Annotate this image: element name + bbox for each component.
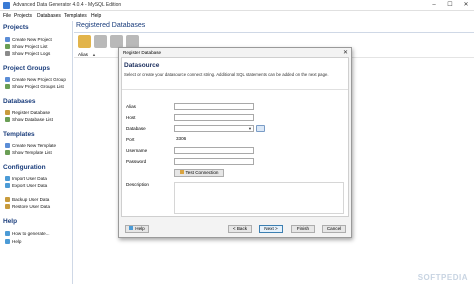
menu-bar: File Projects Databases Templates Help <box>0 11 474 21</box>
import-user-data[interactable]: Import User Data <box>5 176 47 182</box>
dialog-heading: Datasource <box>124 62 160 69</box>
description-label: Description <box>126 182 149 187</box>
add-database-button[interactable] <box>78 35 91 48</box>
database-list-icon <box>5 117 10 122</box>
dialog-body: Datasource Select or create your datasou… <box>121 57 349 217</box>
chevron-down-icon[interactable]: ▼ <box>248 126 252 131</box>
export-icon <box>5 183 10 188</box>
window-title: Advanced Data Generator 4.0.4 - MySQL Ed… <box>13 2 122 8</box>
finish-button[interactable]: Finish <box>291 225 315 233</box>
database-icon <box>5 110 10 115</box>
new-template-icon <box>5 143 10 148</box>
port-label: Port <box>126 137 135 142</box>
menu-file[interactable]: File <box>3 13 11 19</box>
restore-user-data[interactable]: Restore User Data <box>5 204 50 210</box>
help-item[interactable]: Help <box>5 239 21 245</box>
import-icon <box>5 176 10 181</box>
cancel-button[interactable]: Cancel <box>322 225 346 233</box>
sidebar: Projects Create New Project Show Project… <box>0 21 73 284</box>
group-list-icon <box>5 84 10 89</box>
menu-help[interactable]: Help <box>91 13 101 19</box>
help-button[interactable]: Help <box>125 225 149 233</box>
maximize-button[interactable]: ☐ <box>442 0 458 11</box>
database-label: Database <box>126 126 146 131</box>
username-input[interactable] <box>174 147 254 154</box>
dialog-close-icon[interactable]: ✕ <box>343 49 348 56</box>
browse-databases-button[interactable] <box>256 125 265 132</box>
port-input[interactable]: 3306 <box>174 136 202 143</box>
alias-input[interactable] <box>174 103 254 110</box>
create-new-project-group[interactable]: Create New Project Group <box>5 77 66 83</box>
show-project-groups-list[interactable]: Show Project Groups List <box>5 84 64 90</box>
menu-projects[interactable]: Projects <box>14 13 32 19</box>
backup-user-data[interactable]: Backup User Data <box>5 197 49 203</box>
help-icon <box>5 239 10 244</box>
create-new-project[interactable]: Create New Project <box>5 37 52 43</box>
section-projects: Projects <box>3 24 29 31</box>
help-book-icon <box>5 231 10 236</box>
register-database-dialog: Register Database ✕ Datasource Select or… <box>118 47 352 238</box>
show-project-list[interactable]: Show Project List <box>5 44 48 50</box>
register-database[interactable]: Register Database <box>5 110 50 116</box>
password-input[interactable] <box>174 158 254 165</box>
section-help: Help <box>3 218 18 225</box>
log-icon <box>5 51 10 56</box>
menu-templates[interactable]: Templates <box>64 13 87 19</box>
plug-icon <box>179 170 184 174</box>
alias-label: Alias <box>126 104 136 109</box>
database-select[interactable] <box>174 125 254 132</box>
close-button[interactable]: ✕ <box>458 0 474 11</box>
help-icon <box>129 226 134 230</box>
menu-databases[interactable]: Databases <box>37 13 61 19</box>
section-templates: Templates <box>3 131 35 138</box>
password-label: Password <box>126 159 147 164</box>
show-template-list[interactable]: Show Template List <box>5 150 52 156</box>
how-to-generate[interactable]: How to generate... <box>5 231 50 237</box>
dialog-title: Register Database <box>123 50 162 55</box>
title-bar: Advanced Data Generator 4.0.4 - MySQL Ed… <box>0 0 474 11</box>
sort-asc-icon: ▲ <box>92 52 96 57</box>
minimize-button[interactable]: – <box>426 0 442 11</box>
test-connection-button[interactable]: Test Connection <box>174 169 224 177</box>
show-project-logs[interactable]: Show Project Logs <box>5 51 50 57</box>
next-button[interactable]: Next > <box>259 225 283 233</box>
title-divider <box>74 32 474 33</box>
new-group-icon <box>5 77 10 82</box>
show-database-list[interactable]: Show Database List <box>5 117 53 123</box>
list-icon <box>5 44 10 49</box>
watermark: SOFTPEDIA <box>417 273 468 282</box>
app-icon <box>3 2 10 9</box>
column-alias[interactable]: Alias <box>78 52 88 57</box>
dialog-header: Datasource Select or create your datasou… <box>122 58 348 90</box>
new-project-icon <box>5 37 10 42</box>
host-input[interactable] <box>174 114 254 121</box>
section-databases: Databases <box>3 98 36 105</box>
create-new-template[interactable]: Create New Template <box>5 143 56 149</box>
page-title: Registered Databases <box>76 22 146 29</box>
backup-icon <box>5 197 10 202</box>
edit-database-button[interactable] <box>94 35 107 48</box>
description-textarea[interactable] <box>174 182 344 214</box>
section-configuration: Configuration <box>3 164 46 171</box>
section-project-groups: Project Groups <box>3 65 50 72</box>
export-user-data[interactable]: Export User Data <box>5 183 47 189</box>
username-label: Username <box>126 148 148 153</box>
host-label: Host <box>126 115 136 120</box>
restore-icon <box>5 204 10 209</box>
dialog-subtitle: Select or create your datasource connect… <box>124 72 329 77</box>
template-list-icon <box>5 150 10 155</box>
back-button[interactable]: < Back <box>228 225 252 233</box>
